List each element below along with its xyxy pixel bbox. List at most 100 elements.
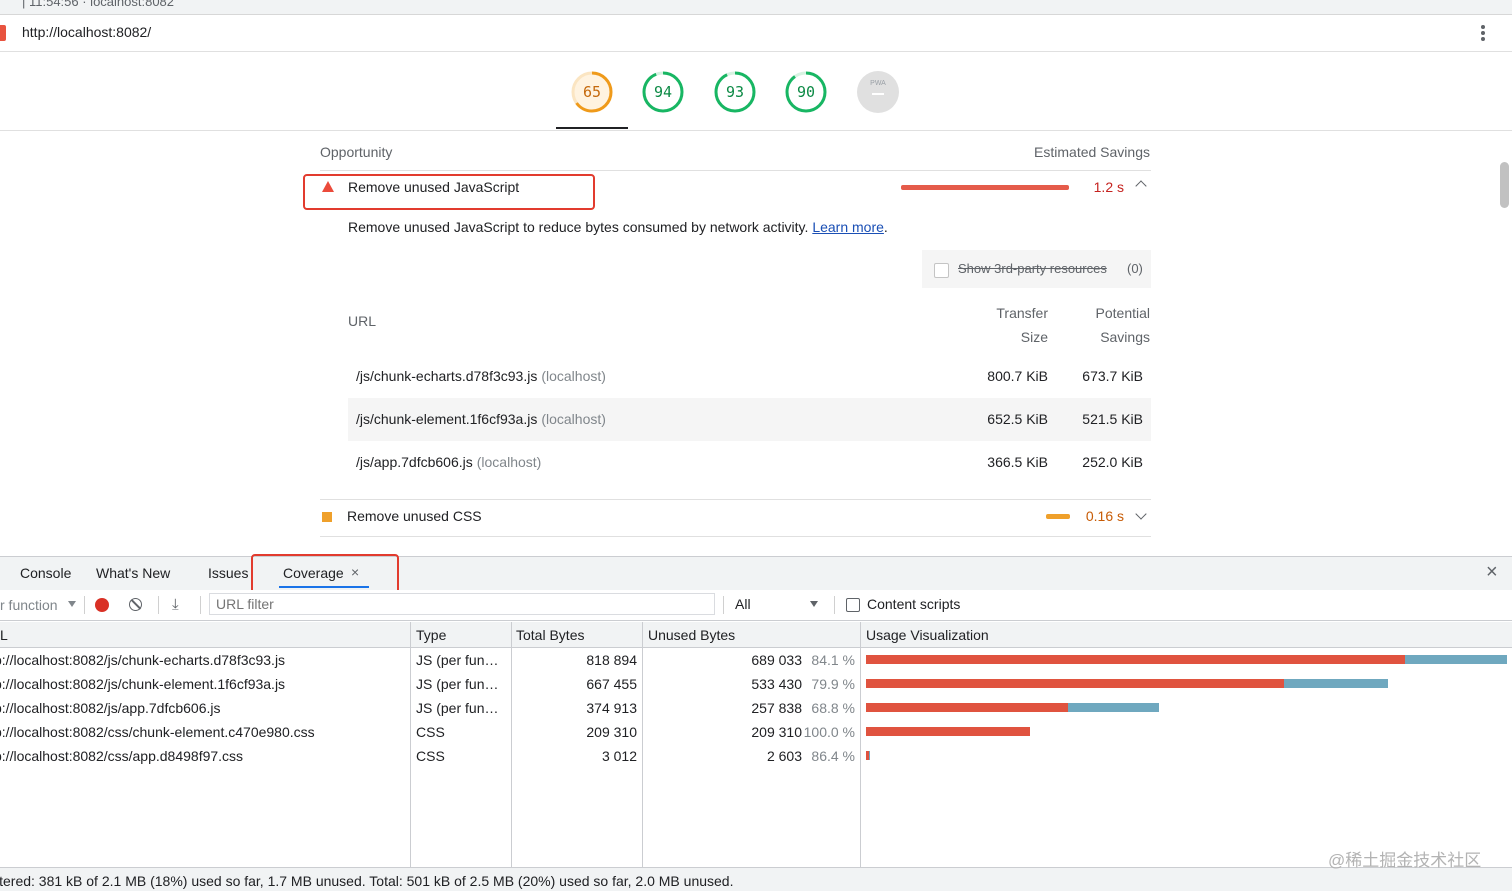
- table-row[interactable]: p://localhost:8082/css/app.d8498f97.css C…: [0, 744, 1512, 768]
- savings-value: 1.2 s: [1080, 179, 1124, 195]
- coverage-url: p://localhost:8082/css/chunk-element.c47…: [0, 724, 315, 740]
- more-options-icon[interactable]: [1476, 23, 1490, 45]
- column-header-url: URL: [348, 313, 376, 329]
- table-row: /js/chunk-element.1f6cf93a.js(localhost)…: [348, 398, 1151, 441]
- record-icon[interactable]: [95, 598, 109, 612]
- third-party-count: (0): [1127, 261, 1143, 276]
- divider: [320, 170, 1151, 171]
- third-party-label: Show 3rd-party resources: [958, 261, 1107, 276]
- resource-url[interactable]: /js/chunk-echarts.d78f3c93.js(localhost): [356, 368, 606, 384]
- audit-description: Remove unused JavaScript to reduce bytes…: [348, 219, 888, 235]
- column-header-line: Transfer: [968, 301, 1048, 325]
- usage-bar-unused: [866, 727, 1030, 736]
- chevron-down-icon[interactable]: [1135, 508, 1146, 519]
- usage-bar-unused: [866, 679, 1284, 688]
- divider: [320, 536, 1151, 537]
- tab-issues[interactable]: Issues: [208, 565, 248, 581]
- scrollbar-thumb[interactable]: [1500, 162, 1509, 208]
- coverage-unused-percent: 84.1 %: [802, 652, 855, 668]
- dropdown-arrow-icon[interactable]: [810, 601, 818, 607]
- gauge-pwa[interactable]: PWA: [856, 70, 900, 114]
- column-header-url[interactable]: L: [0, 627, 8, 643]
- toolbar-separator: [84, 596, 85, 614]
- dropdown-arrow-icon[interactable]: [68, 601, 76, 607]
- third-party-filter: Show 3rd-party resources (0): [922, 250, 1151, 288]
- content-scripts-checkbox[interactable]: [846, 598, 860, 612]
- table-row[interactable]: p://localhost:8082/js/chunk-element.1f6c…: [0, 672, 1512, 696]
- coverage-unused-bytes: 533 430: [645, 676, 802, 692]
- coverage-total-bytes: 818 894: [514, 652, 637, 668]
- coverage-url: p://localhost:8082/js/app.7dfcb606.js: [0, 700, 221, 716]
- coverage-url: p://localhost:8082/css/app.d8498f97.css: [0, 748, 243, 764]
- table-row[interactable]: p://localhost:8082/css/chunk-element.c47…: [0, 720, 1512, 744]
- usage-bar-used: [1284, 679, 1389, 688]
- highlight-box: [303, 174, 595, 210]
- potential-savings: 252.0 KiB: [1008, 454, 1143, 470]
- gauge-best-practices[interactable]: 93: [713, 70, 757, 114]
- savings-value: 0.16 s: [1080, 508, 1124, 524]
- toolbar-separator: [158, 596, 159, 614]
- download-icon[interactable]: ⤓: [172, 596, 179, 613]
- coverage-total-bytes: 3 012: [514, 748, 637, 764]
- column-header-usage-visualization[interactable]: Usage Visualization: [866, 627, 989, 643]
- pwa-dash-icon: [872, 93, 884, 95]
- coverage-total-bytes: 209 310: [514, 724, 637, 740]
- toolbar-separator: [834, 596, 835, 614]
- savings-bar: [1046, 514, 1070, 519]
- coverage-unused-percent: 100.0 %: [802, 724, 855, 740]
- third-party-checkbox[interactable]: [934, 263, 949, 278]
- savings-bar: [901, 185, 1069, 190]
- resource-url[interactable]: /js/app.7dfcb606.js(localhost): [356, 454, 541, 470]
- table-row: /js/app.7dfcb606.js(localhost) 366.5 KiB…: [348, 441, 1151, 484]
- usage-bar-used: [1405, 655, 1507, 664]
- column-header-type[interactable]: Type: [416, 627, 446, 643]
- usage-bar-unused: [866, 703, 1068, 712]
- column-header-potential-savings: Potential Savings: [1070, 301, 1150, 349]
- gauge-performance[interactable]: 65: [570, 70, 614, 114]
- lighthouse-icon: [0, 25, 6, 41]
- chevron-up-icon[interactable]: [1135, 180, 1146, 191]
- coverage-url: p://localhost:8082/js/chunk-element.1f6c…: [0, 676, 285, 692]
- table-row: /js/chunk-echarts.d78f3c93.js(localhost)…: [348, 355, 1151, 398]
- gauge-score: 93: [713, 83, 757, 101]
- close-drawer-icon[interactable]: ×: [1486, 561, 1498, 584]
- resource-url[interactable]: /js/chunk-element.1f6cf93a.js(localhost): [356, 411, 606, 427]
- coverage-type: JS (per fun…: [416, 700, 498, 716]
- coverage-type: CSS: [416, 724, 445, 740]
- gauge-score: 90: [784, 83, 828, 101]
- coverage-status-bar: ltered: 381 kB of 2.1 MB (18%) used so f…: [0, 867, 1512, 891]
- resource-type-select[interactable]: All: [735, 596, 751, 612]
- content-scripts-label[interactable]: Content scripts: [867, 596, 960, 612]
- usage-bar-unused: [866, 655, 1405, 664]
- column-header-total-bytes[interactable]: Total Bytes: [516, 627, 584, 643]
- tab-whats-new[interactable]: What's New: [96, 565, 170, 581]
- address-bar-url[interactable]: http://localhost:8082/: [22, 24, 151, 40]
- potential-savings: 521.5 KiB: [1008, 411, 1143, 427]
- toolbar-separator: [200, 596, 201, 614]
- lighthouse-score-gauges: 65 94 93 90 PWA: [0, 52, 1512, 131]
- gauge-seo[interactable]: 90: [784, 70, 828, 114]
- audit-title-unused-css[interactable]: Remove unused CSS: [347, 508, 482, 524]
- pwa-label: PWA: [856, 80, 900, 87]
- coverage-unused-bytes: 689 033: [645, 652, 802, 668]
- column-header-transfer-size: Transfer Size: [968, 301, 1048, 349]
- coverage-unused-bytes: 257 838: [645, 700, 802, 716]
- table-row[interactable]: p://localhost:8082/js/app.7dfcb606.js JS …: [0, 696, 1512, 720]
- coverage-type: CSS: [416, 748, 445, 764]
- gauge-accessibility[interactable]: 94: [641, 70, 685, 114]
- table-row[interactable]: p://localhost:8082/js/chunk-echarts.d78f…: [0, 648, 1512, 672]
- divider: [320, 499, 1151, 500]
- coverage-type: JS (per fun…: [416, 676, 498, 692]
- tab-console[interactable]: Console: [20, 565, 71, 581]
- drawer-tab-bar: Console What's New Issues Coverage ×: [0, 556, 1512, 591]
- coverage-type-select[interactable]: r function: [0, 597, 58, 613]
- learn-more-link[interactable]: Learn more: [812, 219, 884, 235]
- gauge-score: 94: [641, 83, 685, 101]
- tab-strip-text: | 11:54:56 · localhost:8082: [22, 0, 174, 9]
- coverage-summary: ltered: 381 kB of 2.1 MB (18%) used so f…: [0, 873, 733, 889]
- address-bar[interactable]: http://localhost:8082/: [0, 15, 1512, 52]
- clear-icon[interactable]: [129, 598, 142, 611]
- column-header-unused-bytes[interactable]: Unused Bytes: [648, 627, 735, 643]
- url-filter-input[interactable]: [209, 593, 715, 615]
- column-header-line: Size: [968, 325, 1048, 349]
